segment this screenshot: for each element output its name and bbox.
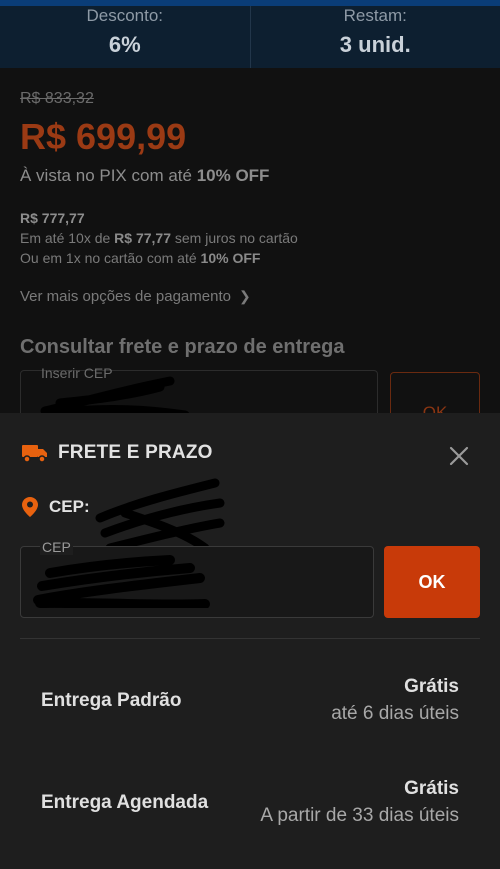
current-price: R$ 699,99 (20, 116, 187, 157)
installments-suffix: sem juros no cartão (171, 230, 298, 246)
sheet-title: FRETE E PRAZO (58, 442, 213, 463)
more-payment-options-link[interactable]: Ver mais opções de pagamento ❯ (20, 288, 251, 305)
cep-label: CEP: (49, 497, 90, 516)
cep-row: CEP: (22, 497, 90, 517)
shipping-option-price: Grátis (404, 676, 459, 697)
pix-offer-text: À vista no PIX com até (20, 166, 197, 185)
installments-value: R$ 77,77 (114, 230, 171, 246)
product-stats: Desconto: 6% Restam: 3 unid. (0, 6, 500, 68)
shipping-bottom-sheet: FRETE E PRAZO CEP: CEP OK Entrega Padrão… (0, 413, 500, 869)
shipping-option-price: Grátis (404, 778, 459, 799)
shipping-option-time: A partir de 33 dias úteis (260, 805, 459, 826)
shipping-section-title: Consultar frete e prazo de entrega (20, 336, 345, 358)
single-payment-line: Ou em 1x no cartão com até 10% OFF (20, 250, 260, 266)
shipping-option-standard[interactable]: Entrega Padrão Grátis até 6 dias úteis (0, 676, 500, 736)
stat-discount-value: 6% (108, 32, 141, 57)
location-pin-icon (22, 497, 38, 517)
stat-remaining: Restam: 3 unid. (249, 6, 500, 68)
pix-offer: À vista no PIX com até 10% OFF (20, 166, 269, 186)
sheet-header: FRETE E PRAZO (22, 442, 213, 464)
single-payment-discount: 10% OFF (200, 250, 261, 266)
shipping-option-scheduled[interactable]: Entrega Agendada Grátis A partir de 33 d… (0, 778, 500, 838)
stat-discount: Desconto: 6% (0, 6, 250, 68)
old-price: R$ 833,32 (20, 90, 94, 107)
installments-line: Em até 10x de R$ 77,77 sem juros no cart… (20, 230, 298, 246)
shipping-option-name: Entrega Agendada (41, 792, 209, 813)
single-payment-text: Ou em 1x no cartão com até (20, 250, 201, 266)
stat-remaining-value: 3 unid. (339, 32, 411, 57)
stat-discount-label: Desconto: (86, 6, 164, 25)
divider (20, 638, 480, 639)
pix-offer-discount: 10% OFF (196, 166, 270, 185)
truck-icon (22, 445, 47, 463)
ok-button[interactable]: OK (384, 546, 480, 618)
redaction-scribble (33, 555, 210, 608)
redaction-scribble (40, 376, 190, 418)
product-pricing: R$ 833,32 R$ 699,99 À vista no PIX com a… (0, 68, 500, 422)
installments-text: Em até 10x de (20, 230, 115, 246)
chevron-right-icon: ❯ (238, 288, 251, 304)
more-payment-options-label: Ver mais opções de pagamento (20, 288, 231, 305)
card-price: R$ 777,77 (20, 210, 85, 226)
close-icon[interactable] (446, 443, 472, 469)
shipping-option-time: até 6 dias úteis (331, 703, 459, 724)
shipping-option-name: Entrega Padrão (41, 690, 182, 711)
stat-remaining-label: Restam: (343, 6, 407, 25)
